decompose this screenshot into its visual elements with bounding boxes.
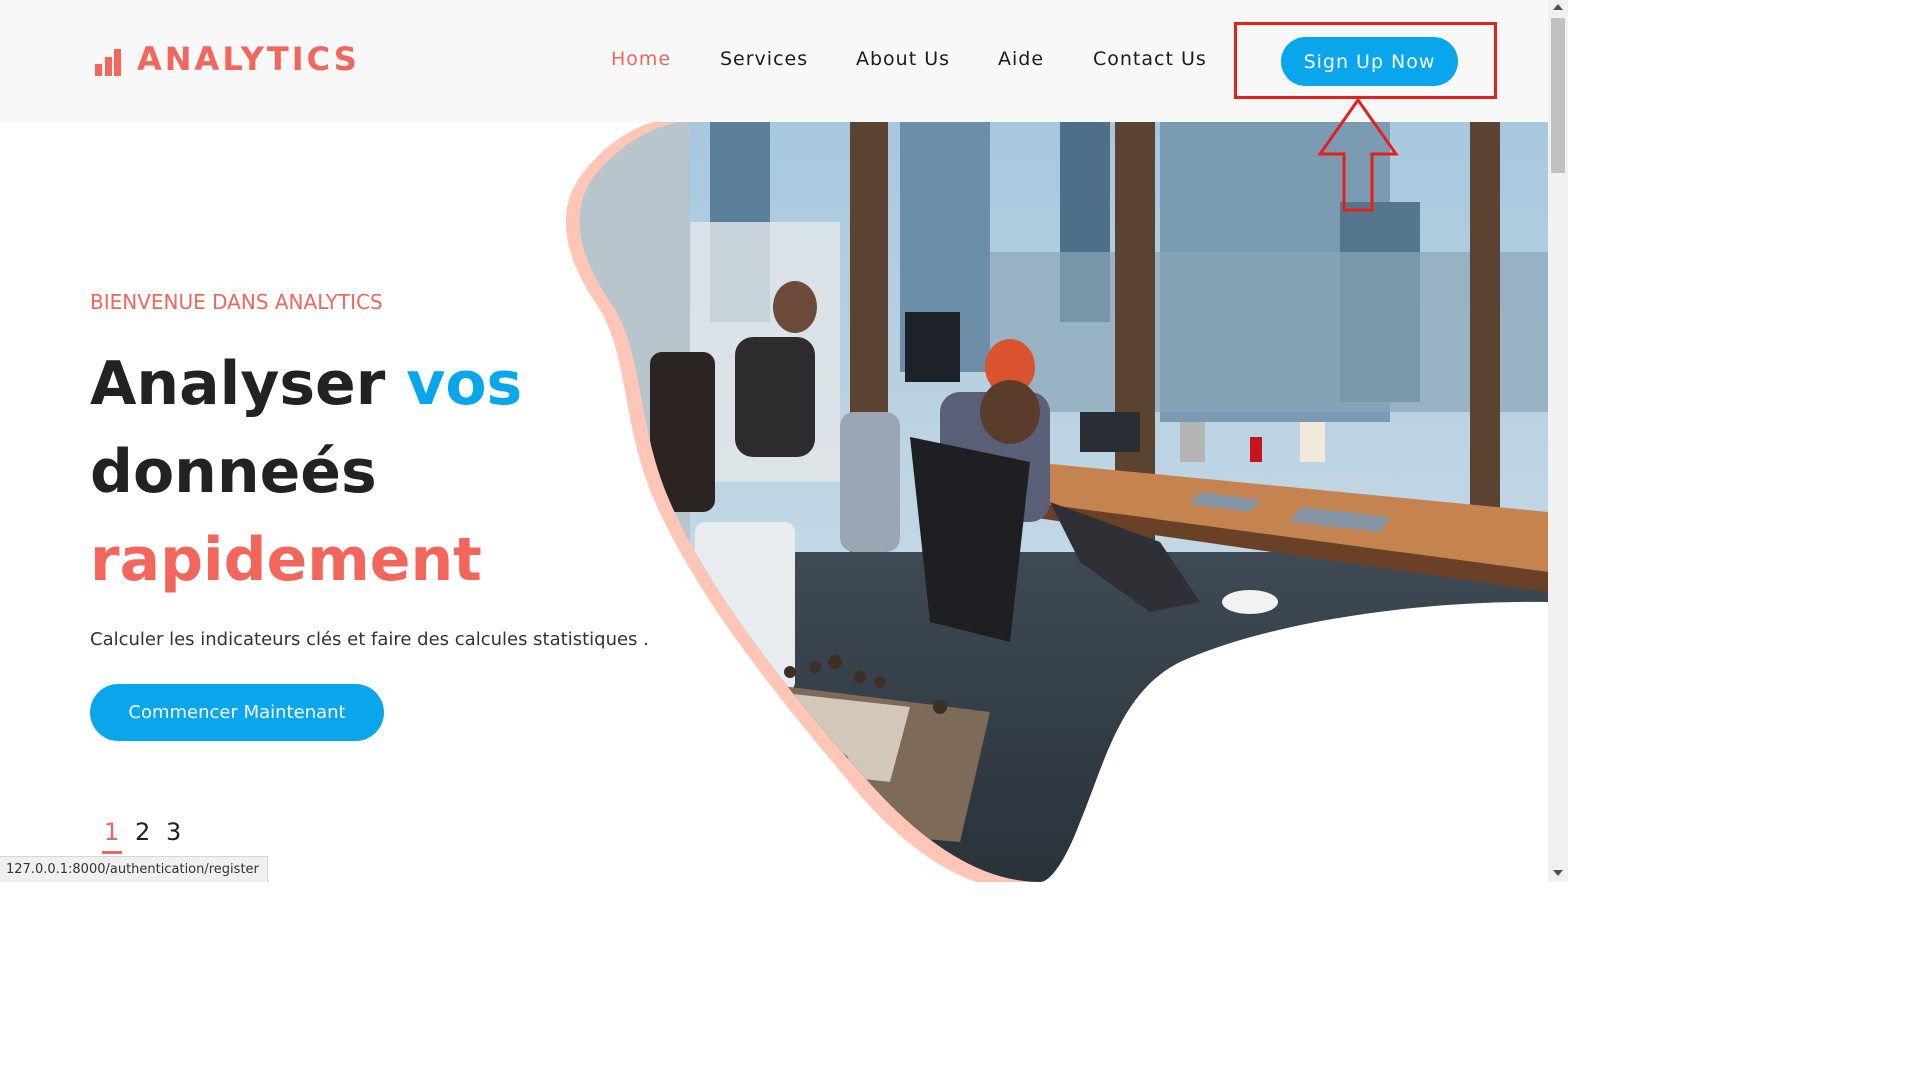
annotation-highlight-box — [1234, 22, 1497, 99]
scroll-down-arrow-icon[interactable] — [1553, 870, 1563, 876]
arrow-up-icon — [1317, 97, 1399, 212]
pager-item-3[interactable]: 3 — [166, 818, 197, 846]
hero-image — [560, 122, 1548, 882]
nav-item-services[interactable]: Services — [720, 48, 808, 70]
link-preview-statusbar: 127.0.0.1:8000/authentication/register — [0, 856, 268, 882]
nav-item-contact-us[interactable]: Contact Us — [1093, 48, 1207, 70]
vertical-scrollbar[interactable] — [1548, 0, 1568, 882]
bar-chart-icon — [95, 42, 123, 76]
pager-item-1[interactable]: 1 — [102, 818, 135, 854]
nav-item-about-us[interactable]: About Us — [856, 48, 950, 70]
brand-name: ANALYTICS — [137, 40, 360, 78]
hero-title-accent: rapidement — [90, 525, 482, 595]
get-started-button[interactable]: Commencer Maintenant — [90, 684, 384, 741]
scroll-up-arrow-icon[interactable] — [1553, 4, 1563, 10]
hero-title: Analyser vos donneés rapidement — [90, 340, 522, 604]
hero-eyebrow: BIENVENUE DANS ANALYTICS — [90, 290, 383, 314]
scroll-thumb[interactable] — [1551, 18, 1565, 173]
hero-title-highlight: vos — [406, 349, 523, 419]
brand-logo[interactable]: ANALYTICS — [95, 40, 360, 78]
nav-item-aide[interactable]: Aide — [998, 48, 1044, 70]
pager-item-2[interactable]: 2 — [135, 818, 166, 846]
hero-title-part3: donneés — [90, 437, 377, 507]
hero-description: Calculer les indicateurs clés et faire d… — [90, 629, 649, 650]
slide-pager: 1 2 3 — [102, 818, 197, 854]
hero-title-part1: Analyser — [90, 349, 407, 419]
office-photo — [565, 122, 1548, 882]
nav-item-home[interactable]: Home — [611, 48, 671, 70]
